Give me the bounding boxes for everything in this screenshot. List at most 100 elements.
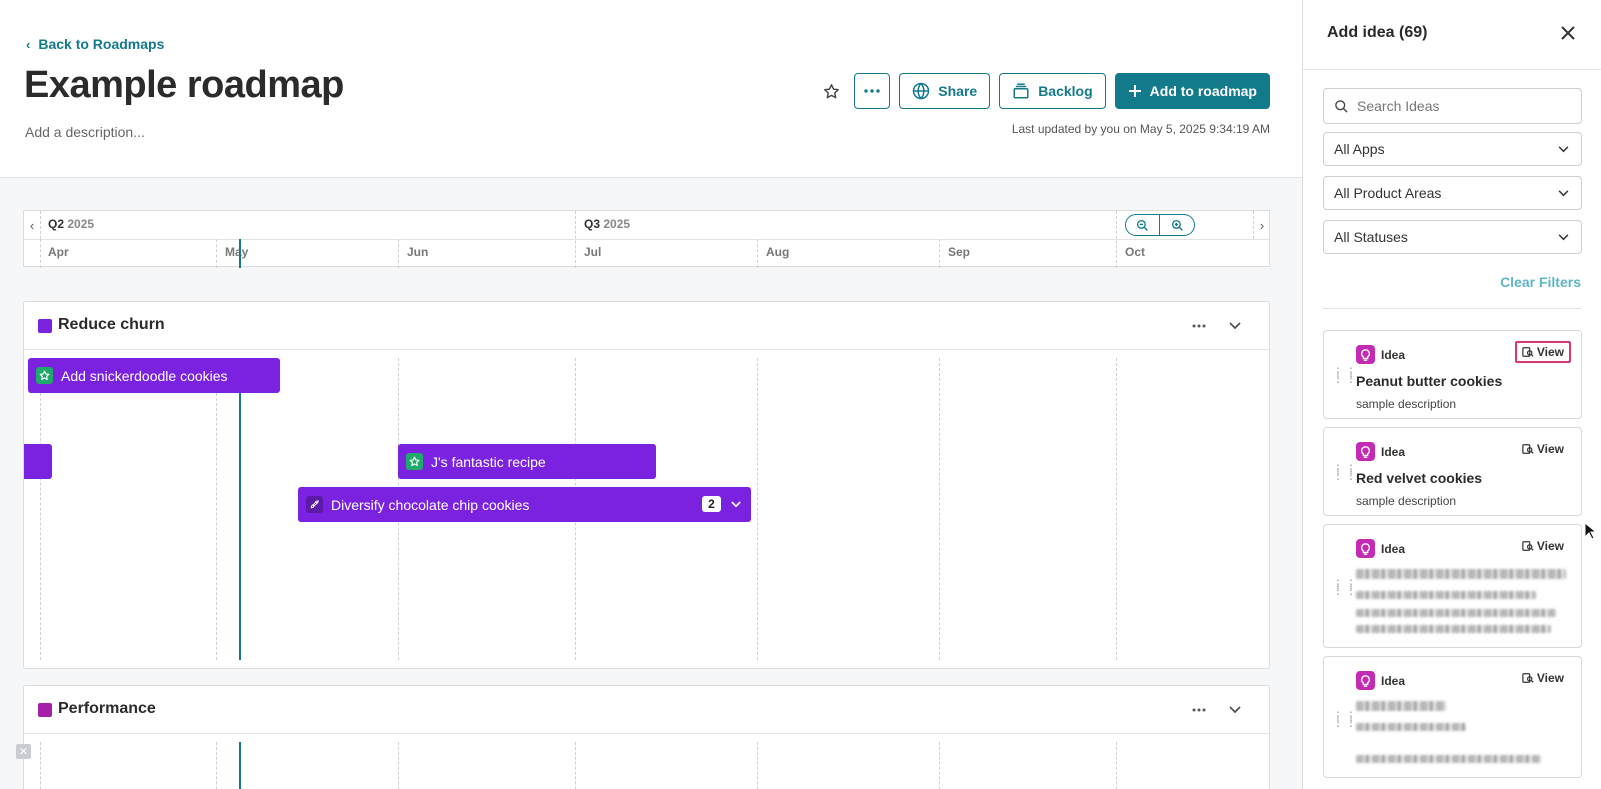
mouse-cursor-icon bbox=[1584, 521, 1598, 545]
section-body bbox=[24, 734, 1269, 789]
clear-filters-button[interactable]: Clear Filters bbox=[1500, 274, 1581, 290]
section-more-button[interactable] bbox=[1187, 698, 1211, 722]
select-value: All Product Areas bbox=[1334, 185, 1442, 201]
section-collapse-button[interactable] bbox=[1223, 698, 1247, 722]
drag-handle-icon[interactable]: ⋮⋮ ⋮⋮ bbox=[1332, 710, 1358, 728]
view-button[interactable]: View bbox=[1515, 535, 1571, 557]
product-areas-filter-select[interactable]: All Product Areas bbox=[1323, 176, 1582, 210]
section-color-swatch bbox=[38, 703, 52, 717]
back-link-label: Back to Roadmaps bbox=[38, 36, 165, 52]
apps-filter-select[interactable]: All Apps bbox=[1323, 132, 1582, 166]
roadmap-bar-initiative[interactable]: Diversify chocolate chip cookies 2 bbox=[298, 487, 751, 522]
idea-card[interactable]: ⋮⋮ ⋮⋮ Idea View bbox=[1323, 524, 1582, 648]
view-button[interactable]: View bbox=[1515, 438, 1571, 460]
drag-handle-icon[interactable]: ⋮⋮ ⋮⋮ bbox=[1332, 463, 1358, 481]
backlog-stack-icon bbox=[1013, 83, 1029, 99]
view-document-icon bbox=[1522, 444, 1534, 454]
month-label: Jul bbox=[584, 245, 602, 259]
zoom-in-button[interactable] bbox=[1160, 214, 1195, 236]
view-label: View bbox=[1536, 539, 1564, 553]
month-label: Oct bbox=[1125, 245, 1146, 259]
back-to-roadmaps-link[interactable]: ‹ Back to Roadmaps bbox=[26, 36, 164, 52]
star-icon bbox=[36, 367, 53, 384]
header-toolbar: Share Backlog Add to roadmap bbox=[817, 73, 1270, 109]
more-options-button[interactable] bbox=[854, 73, 891, 109]
month-gridline bbox=[757, 742, 758, 789]
month-gridline bbox=[40, 742, 41, 789]
section-color-swatch bbox=[38, 319, 52, 333]
section-collapse-button[interactable] bbox=[1223, 314, 1247, 338]
close-icon[interactable]: ✕ bbox=[16, 744, 31, 759]
search-icon bbox=[1335, 99, 1348, 113]
redacted-title bbox=[1356, 701, 1446, 711]
close-panel-button[interactable] bbox=[1557, 22, 1579, 44]
drag-handle-icon[interactable]: ⋮⋮ ⋮⋮ bbox=[1332, 366, 1358, 384]
panel-title: Add idea (69) bbox=[1327, 24, 1428, 41]
card-type: Idea bbox=[1356, 539, 1405, 558]
lightbulb-icon bbox=[1356, 671, 1375, 690]
month-gridline bbox=[216, 239, 217, 268]
redacted-text bbox=[1356, 625, 1551, 633]
month-gridline bbox=[1116, 742, 1117, 789]
panel-header: Add idea (69) bbox=[1303, 0, 1601, 70]
roadmap-bar[interactable]: J's fantastic recipe bbox=[398, 444, 656, 479]
quarter-label: Q3 2025 bbox=[584, 217, 630, 231]
roadmap-bar[interactable]: Add snickerdoodle cookies bbox=[28, 358, 280, 393]
card-title: Peanut butter cookies bbox=[1356, 373, 1503, 389]
search-input[interactable] bbox=[1357, 98, 1567, 114]
view-label: View bbox=[1536, 671, 1564, 685]
month-gridline bbox=[1116, 358, 1117, 660]
month-label: May bbox=[225, 245, 249, 259]
month-label: Jun bbox=[407, 245, 429, 259]
section-header: Performance bbox=[24, 686, 1269, 734]
more-dots-icon bbox=[1192, 708, 1206, 712]
timeline-prev-button[interactable]: ‹ bbox=[24, 211, 40, 239]
month-gridline bbox=[40, 358, 41, 660]
month-gridline bbox=[939, 742, 940, 789]
zoom-out-button[interactable] bbox=[1125, 214, 1160, 236]
page-title[interactable]: Example roadmap bbox=[24, 64, 344, 107]
month-gridline bbox=[939, 239, 940, 268]
divider bbox=[1323, 308, 1581, 309]
card-type-label: Idea bbox=[1381, 444, 1406, 459]
view-button[interactable]: View bbox=[1514, 341, 1571, 363]
chevron-left-icon: ‹ bbox=[29, 217, 35, 233]
card-type-label: Idea bbox=[1381, 347, 1406, 362]
card-type-label: Idea bbox=[1381, 541, 1406, 556]
card-title: Red velvet cookies bbox=[1356, 470, 1483, 486]
share-label: Share bbox=[938, 83, 978, 99]
idea-card[interactable]: ⋮⋮ ⋮⋮ Idea View bbox=[1323, 656, 1582, 778]
share-button[interactable]: Share bbox=[899, 73, 991, 109]
month-gridline bbox=[216, 358, 217, 660]
backlog-label: Backlog bbox=[1038, 83, 1093, 99]
idea-card[interactable]: ⋮⋮ ⋮⋮ Idea View Red velvet cookies sample… bbox=[1323, 427, 1582, 516]
backlog-button[interactable]: Backlog bbox=[999, 73, 1106, 109]
quarter-name: Q2 bbox=[48, 217, 65, 231]
card-type: Idea bbox=[1356, 345, 1405, 364]
view-button[interactable]: View bbox=[1515, 667, 1571, 689]
quarter-label: Q2 2025 bbox=[48, 217, 94, 231]
month-gridline bbox=[216, 742, 217, 789]
chevron-down-icon bbox=[1229, 706, 1241, 714]
section-header: Reduce churn bbox=[24, 302, 1269, 350]
description-field[interactable]: Add a description... bbox=[25, 124, 145, 140]
idea-card[interactable]: ⋮⋮ ⋮⋮ Idea View Peanut butter cookies sam… bbox=[1323, 330, 1582, 419]
page-header: ‹ Back to Roadmaps Example roadmap Add a… bbox=[0, 0, 1302, 178]
timeline-next-button[interactable]: › bbox=[1254, 211, 1270, 239]
favorite-star-button[interactable] bbox=[817, 73, 845, 109]
last-updated-text: Last updated by you on May 5, 2025 9:34:… bbox=[1011, 122, 1270, 136]
section-reduce-churn: Reduce churn Add snickerdoodle cookies J… bbox=[23, 301, 1270, 669]
search-ideas-field[interactable] bbox=[1323, 88, 1582, 124]
card-type: Idea bbox=[1356, 442, 1405, 461]
lightbulb-icon bbox=[1356, 345, 1375, 364]
roadmap-bar-truncated[interactable] bbox=[24, 444, 52, 479]
add-to-roadmap-button[interactable]: Add to roadmap bbox=[1114, 73, 1270, 109]
section-title: Reduce churn bbox=[58, 316, 165, 333]
bar-label: J's fantastic recipe bbox=[431, 453, 546, 470]
select-value: All Statuses bbox=[1334, 229, 1408, 245]
statuses-filter-select[interactable]: All Statuses bbox=[1323, 220, 1582, 254]
chevron-down-icon[interactable] bbox=[729, 496, 743, 512]
card-description: sample description bbox=[1356, 397, 1457, 411]
drag-handle-icon[interactable]: ⋮⋮ ⋮⋮ bbox=[1332, 578, 1358, 596]
section-more-button[interactable] bbox=[1187, 314, 1211, 338]
